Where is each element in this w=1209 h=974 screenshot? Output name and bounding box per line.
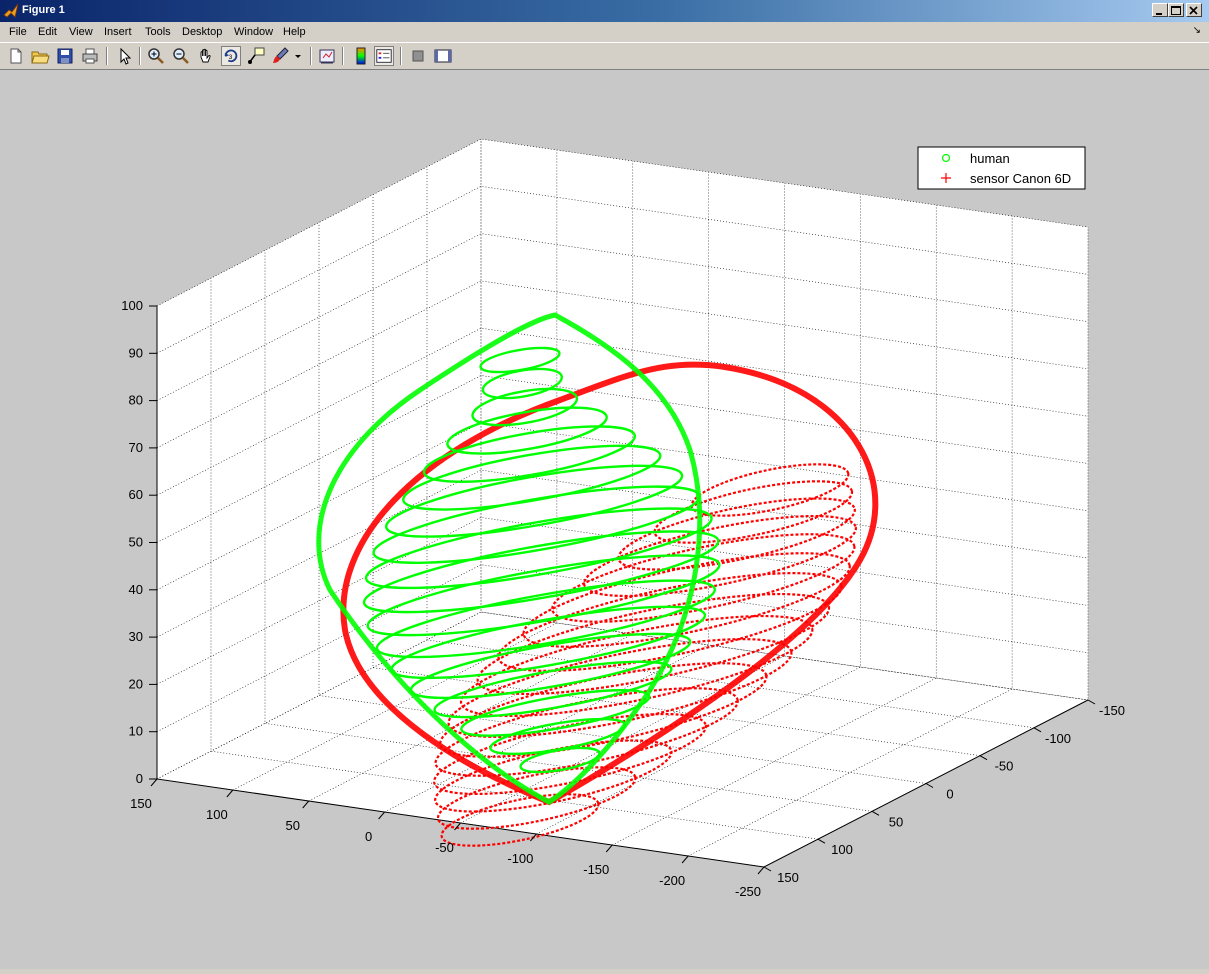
x-tick-mark bbox=[605, 844, 613, 853]
x-tick-label: -150 bbox=[583, 862, 609, 877]
maximize-button[interactable] bbox=[1168, 3, 1184, 17]
x-tick-label: -200 bbox=[659, 873, 685, 888]
y-tick-label: 50 bbox=[889, 814, 903, 829]
plot-3d[interactable]: 0 10 20 30 40 50 60 70 80 90 100 150 100 50 0 -50 -100 -1… bbox=[0, 70, 1209, 969]
save-icon[interactable] bbox=[55, 46, 75, 66]
dock-arrow-icon[interactable]: ↘ bbox=[1193, 25, 1201, 36]
open-file-icon[interactable] bbox=[30, 46, 50, 66]
x-tick-label: -50 bbox=[435, 840, 454, 855]
legend-button[interactable] bbox=[374, 46, 394, 66]
figure-toolbar: 3 bbox=[0, 42, 1209, 70]
legend-label-human: human bbox=[970, 151, 1010, 166]
menu-bar: File Edit View Insert Tools Desktop Wind… bbox=[0, 22, 1209, 42]
toolbar-separator bbox=[400, 47, 402, 65]
y-tick-label: -150 bbox=[1099, 703, 1125, 718]
maximize-icon bbox=[1171, 6, 1181, 15]
minimize-button[interactable] bbox=[1152, 3, 1168, 17]
y-tick-label: -50 bbox=[995, 759, 1014, 774]
y-tick-label: -100 bbox=[1045, 731, 1071, 746]
z-tick-label: 70 bbox=[129, 440, 143, 455]
x-tick-label: 50 bbox=[286, 818, 300, 833]
edit-plot-arrow-icon[interactable] bbox=[114, 46, 134, 66]
toolbar-separator bbox=[342, 47, 344, 65]
x-tick-mark bbox=[226, 789, 234, 798]
x-tick-label: 100 bbox=[206, 807, 228, 822]
menu-window[interactable]: Window bbox=[234, 26, 273, 38]
y-tick-mark bbox=[925, 783, 934, 788]
menu-insert[interactable]: Insert bbox=[104, 26, 132, 38]
y-tick-mark bbox=[1033, 727, 1042, 733]
window-title: Figure 1 bbox=[22, 4, 65, 16]
window-titlebar[interactable]: Figure 1 bbox=[0, 0, 1209, 22]
x-tick-mark bbox=[150, 778, 158, 787]
y-tick-mark bbox=[1087, 699, 1096, 705]
rotate-3d-icon: 3 bbox=[224, 49, 238, 63]
menu-view[interactable]: View bbox=[69, 26, 93, 38]
x-tick-mark bbox=[681, 855, 689, 864]
minimize-icon bbox=[1156, 13, 1162, 15]
z-tick-label: 20 bbox=[129, 676, 143, 691]
y-tick-label: 0 bbox=[946, 787, 953, 802]
z-tick-label: 30 bbox=[129, 629, 143, 644]
y-tick-label: 100 bbox=[831, 842, 853, 857]
hide-plot-tools-icon[interactable] bbox=[408, 46, 428, 66]
z-tick-label: 10 bbox=[129, 724, 143, 739]
close-button[interactable] bbox=[1186, 3, 1202, 17]
figure-canvas: 0 10 20 30 40 50 60 70 80 90 100 150 100 50 0 -50 -100 -1… bbox=[0, 70, 1209, 969]
menu-file[interactable]: File bbox=[9, 26, 27, 38]
z-tick-label: 40 bbox=[129, 582, 143, 597]
menu-edit[interactable]: Edit bbox=[38, 26, 57, 38]
colorbar-icon[interactable] bbox=[351, 46, 371, 66]
print-icon[interactable] bbox=[80, 46, 100, 66]
x-tick-mark bbox=[757, 866, 765, 875]
svg-text:3: 3 bbox=[229, 54, 233, 61]
z-tick-label: 0 bbox=[136, 771, 143, 786]
x-tick-mark bbox=[529, 833, 537, 842]
new-figure-icon[interactable] bbox=[6, 46, 26, 66]
y-tick-mark bbox=[817, 838, 826, 844]
x-tick-mark bbox=[302, 800, 310, 809]
pan-hand-icon[interactable] bbox=[196, 46, 216, 66]
x-tick-label: -250 bbox=[735, 884, 761, 899]
brush-icon[interactable] bbox=[270, 46, 290, 66]
toolbar-separator bbox=[310, 47, 312, 65]
zoom-out-icon[interactable] bbox=[171, 46, 191, 66]
close-icon bbox=[1189, 6, 1198, 15]
y-tick-mark bbox=[763, 866, 772, 872]
y-tick-label: 150 bbox=[777, 870, 799, 885]
toolbar-separator bbox=[106, 47, 108, 65]
matlab-logo-icon bbox=[3, 3, 19, 18]
legend-icon bbox=[376, 49, 392, 63]
link-plot-icon[interactable] bbox=[317, 46, 337, 66]
rotate-3d-button[interactable]: 3 bbox=[221, 46, 241, 66]
z-tick-label: 90 bbox=[129, 345, 143, 360]
zoom-in-icon[interactable] bbox=[146, 46, 166, 66]
toolbar-separator bbox=[139, 47, 141, 65]
z-tick-label: 80 bbox=[129, 393, 143, 408]
brush-dropdown-icon[interactable] bbox=[292, 46, 304, 66]
menu-help[interactable]: Help bbox=[283, 26, 306, 38]
z-tick-label: 100 bbox=[121, 298, 143, 313]
show-plot-tools-icon[interactable] bbox=[433, 46, 453, 66]
y-tick-mark bbox=[871, 810, 880, 816]
x-tick-label: 150 bbox=[130, 796, 152, 811]
menu-desktop[interactable]: Desktop bbox=[182, 26, 222, 38]
z-tick-label: 60 bbox=[129, 487, 143, 502]
data-cursor-icon[interactable] bbox=[246, 46, 266, 66]
menu-tools[interactable]: Tools bbox=[145, 26, 171, 38]
x-tick-mark bbox=[378, 811, 386, 820]
legend[interactable]: human sensor Canon 6D bbox=[917, 146, 1086, 190]
x-tick-label: -100 bbox=[507, 851, 533, 866]
legend-label-sensor: sensor Canon 6D bbox=[970, 171, 1071, 186]
z-tick-label: 50 bbox=[129, 535, 143, 550]
y-tick-mark bbox=[979, 755, 988, 761]
x-tick-label: 0 bbox=[365, 829, 372, 844]
